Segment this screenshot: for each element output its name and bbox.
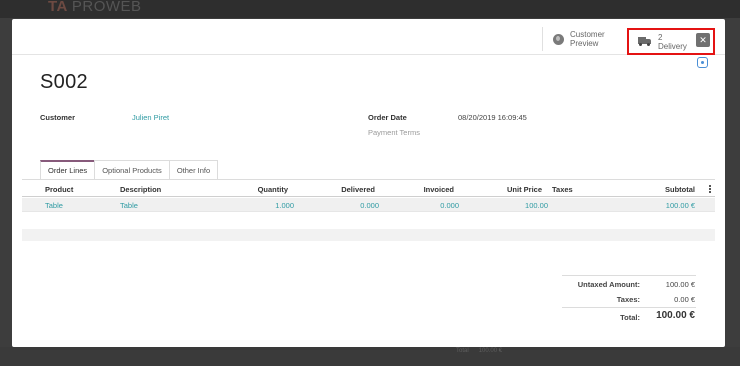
background-total: Total 100.00 € bbox=[456, 348, 502, 354]
truck-icon bbox=[638, 37, 651, 46]
col-quantity[interactable]: Quantity bbox=[228, 185, 288, 194]
delivery-label: 2 Delivery bbox=[658, 33, 687, 51]
cell-subtotal: 100.00 € bbox=[665, 201, 695, 210]
cell-unit-price: 100.00 bbox=[525, 201, 548, 210]
customer-preview-line1: Customer bbox=[570, 30, 605, 39]
col-subtotal[interactable]: Subtotal bbox=[635, 185, 695, 194]
background-total-label: Total bbox=[456, 348, 469, 354]
cell-quantity: 1.000 bbox=[275, 201, 294, 210]
focus-icon[interactable] bbox=[697, 57, 708, 68]
globe-icon bbox=[553, 33, 564, 45]
tab-optional-products[interactable]: Optional Products bbox=[94, 160, 170, 180]
col-invoiced[interactable]: Invoiced bbox=[394, 185, 454, 194]
customer-preview-line2: Preview bbox=[570, 39, 599, 48]
logo-mark: TA bbox=[48, 0, 68, 15]
table-header: Product Description Quantity Delivered I… bbox=[22, 181, 715, 197]
payment-terms-label: Payment Terms bbox=[368, 128, 420, 137]
customer-link[interactable]: Julien Piret bbox=[132, 113, 169, 122]
customer-preview-button[interactable]: Customer Preview bbox=[542, 27, 632, 51]
background-total-value: 100.00 € bbox=[478, 348, 503, 354]
sale-order-dialog: Customer Preview 2 Delivery ✕ S002 Custo… bbox=[12, 19, 725, 347]
button-box: Customer Preview 2 Delivery ✕ bbox=[12, 19, 725, 55]
kebab-menu-icon[interactable] bbox=[709, 185, 711, 193]
col-taxes[interactable]: Taxes bbox=[552, 185, 573, 194]
order-date-value: 08/20/2019 16:09:45 bbox=[458, 113, 527, 122]
customer-preview-label: Customer Preview bbox=[570, 30, 605, 48]
customer-label: Customer bbox=[40, 113, 76, 122]
tabs-divider bbox=[22, 179, 715, 180]
tab-order-lines[interactable]: Order Lines bbox=[40, 160, 96, 180]
totals-divider bbox=[562, 307, 696, 308]
order-date-label: Order Date bbox=[368, 113, 407, 122]
cell-product: Table bbox=[45, 201, 63, 210]
delivery-count: 2 bbox=[658, 32, 663, 42]
cell-description: Table bbox=[120, 201, 138, 210]
col-product[interactable]: Product bbox=[45, 185, 73, 194]
table-footer-band bbox=[22, 229, 715, 241]
taxes-value: 0.00 € bbox=[674, 295, 695, 304]
col-description[interactable]: Description bbox=[120, 185, 161, 194]
close-icon[interactable]: ✕ bbox=[696, 33, 710, 47]
total-value: 100.00 € bbox=[656, 310, 695, 321]
notebook-tabs: Order Lines Optional Products Other Info bbox=[40, 160, 219, 180]
background-footer bbox=[0, 347, 740, 366]
col-unit-price[interactable]: Unit Price bbox=[482, 185, 542, 194]
col-delivered[interactable]: Delivered bbox=[315, 185, 375, 194]
tab-other-info[interactable]: Other Info bbox=[168, 160, 219, 180]
brand-logo: TA PROWEB bbox=[48, 0, 142, 15]
page-title: S002 bbox=[40, 71, 88, 93]
untaxed-amount-value: 100.00 € bbox=[665, 280, 695, 289]
cell-invoiced: 0.000 bbox=[440, 201, 459, 210]
brand-name: PROWEB bbox=[71, 0, 142, 15]
totals-top-divider bbox=[562, 275, 696, 276]
delivery-text: Delivery bbox=[658, 41, 687, 51]
table-row[interactable]: Table Table 1.000 0.000 0.000 100.00 100… bbox=[22, 198, 715, 212]
taxes-label: Taxes: bbox=[616, 295, 640, 304]
cell-delivered: 0.000 bbox=[360, 201, 379, 210]
untaxed-amount-label: Untaxed Amount: bbox=[577, 280, 640, 289]
